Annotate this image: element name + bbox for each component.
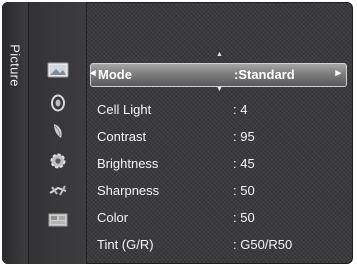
menu-item-label: Mode [98,67,132,82]
menu-item-label: Tint (G/R) [97,237,154,252]
menu-item-tint[interactable]: Tint (G/R) : G50/R50 [88,234,353,256]
application-icon[interactable] [48,212,68,228]
menu-item-value: : 95 [233,129,255,144]
channel-icon[interactable] [50,122,66,140]
right-arrow-icon[interactable]: ▸ [335,66,341,79]
left-arrow-icon[interactable]: ◂ [90,66,96,79]
category-tab[interactable]: Picture [2,2,29,264]
category-icon-column [29,2,87,264]
menu-item-label: Contrast [97,129,147,144]
menu-item-contrast[interactable]: Contrast : 95 [88,126,353,148]
menu-item-value: : 45 [233,156,255,171]
menu-item-cell-light[interactable]: Cell Light : 4 [88,99,353,121]
menu-item-value: : 4 [233,102,248,117]
scroll-down-arrow-icon[interactable]: ▼ [216,86,223,93]
menu-item-color[interactable]: Color : 50 [88,207,353,229]
menu-item-sharpness[interactable]: Sharpness : 50 [88,180,353,202]
menu-item-label: Sharpness [97,183,160,198]
menu-item-label: Color [97,210,129,225]
category-tab-label: Picture [7,44,23,87]
input-icon[interactable] [48,183,68,199]
menu-item-value: : 50 [233,183,255,198]
menu-item-mode[interactable]: ◂ Mode :Standard ▸ [90,63,347,87]
setup-icon[interactable] [49,152,67,170]
menu-item-label: Cell Light [97,102,152,117]
scroll-up-arrow-icon[interactable]: ▲ [216,51,223,58]
picture-icon[interactable] [47,62,69,78]
menu-item-value: : 50 [233,210,255,225]
menu-item-brightness[interactable]: Brightness : 45 [88,153,353,175]
picture-settings-list: ▲ ◂ Mode :Standard ▸ ▼ Cell Light : 4 Co… [88,2,353,264]
menu-item-value: :Standard [234,67,295,82]
menu-item-label: Brightness [97,156,159,171]
menu-item-value: : G50/R50 [233,237,293,252]
sound-icon[interactable] [50,94,66,112]
tv-osd-menu: Picture ▲ ◂ Mode:Standard ▸ ▼ Cell Ligh… [2,2,353,264]
